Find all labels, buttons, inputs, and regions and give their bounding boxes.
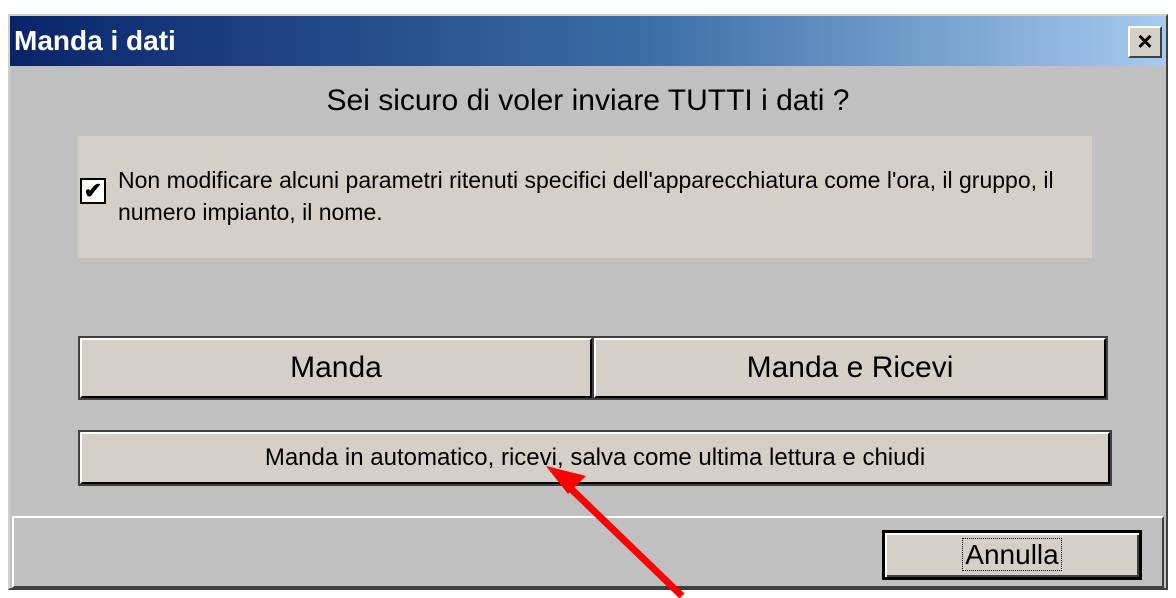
- auto-send-receive-save-close-button[interactable]: Manda in automatico, ricevi, salva come …: [80, 432, 1110, 484]
- cancel-button-label: Annulla: [962, 538, 1062, 571]
- cancel-button[interactable]: Annulla: [882, 530, 1142, 580]
- close-icon: ×: [1137, 26, 1153, 56]
- window-title: Manda i dati: [14, 25, 176, 56]
- preserve-settings-label[interactable]: Non modificare alcuni parametri ritenuti…: [118, 164, 1078, 228]
- check-mark-icon: ✔: [83, 178, 103, 203]
- confirm-question: Sei sicuro di voler inviare TUTTI i dati…: [326, 84, 850, 117]
- send-receive-button[interactable]: Manda e Ricevi: [594, 338, 1106, 398]
- preserve-settings-checkbox[interactable]: ✔: [80, 178, 106, 204]
- send-button[interactable]: Manda: [80, 338, 592, 398]
- window-titlebar: Manda i dati: [10, 16, 1166, 66]
- close-button[interactable]: ×: [1128, 26, 1162, 58]
